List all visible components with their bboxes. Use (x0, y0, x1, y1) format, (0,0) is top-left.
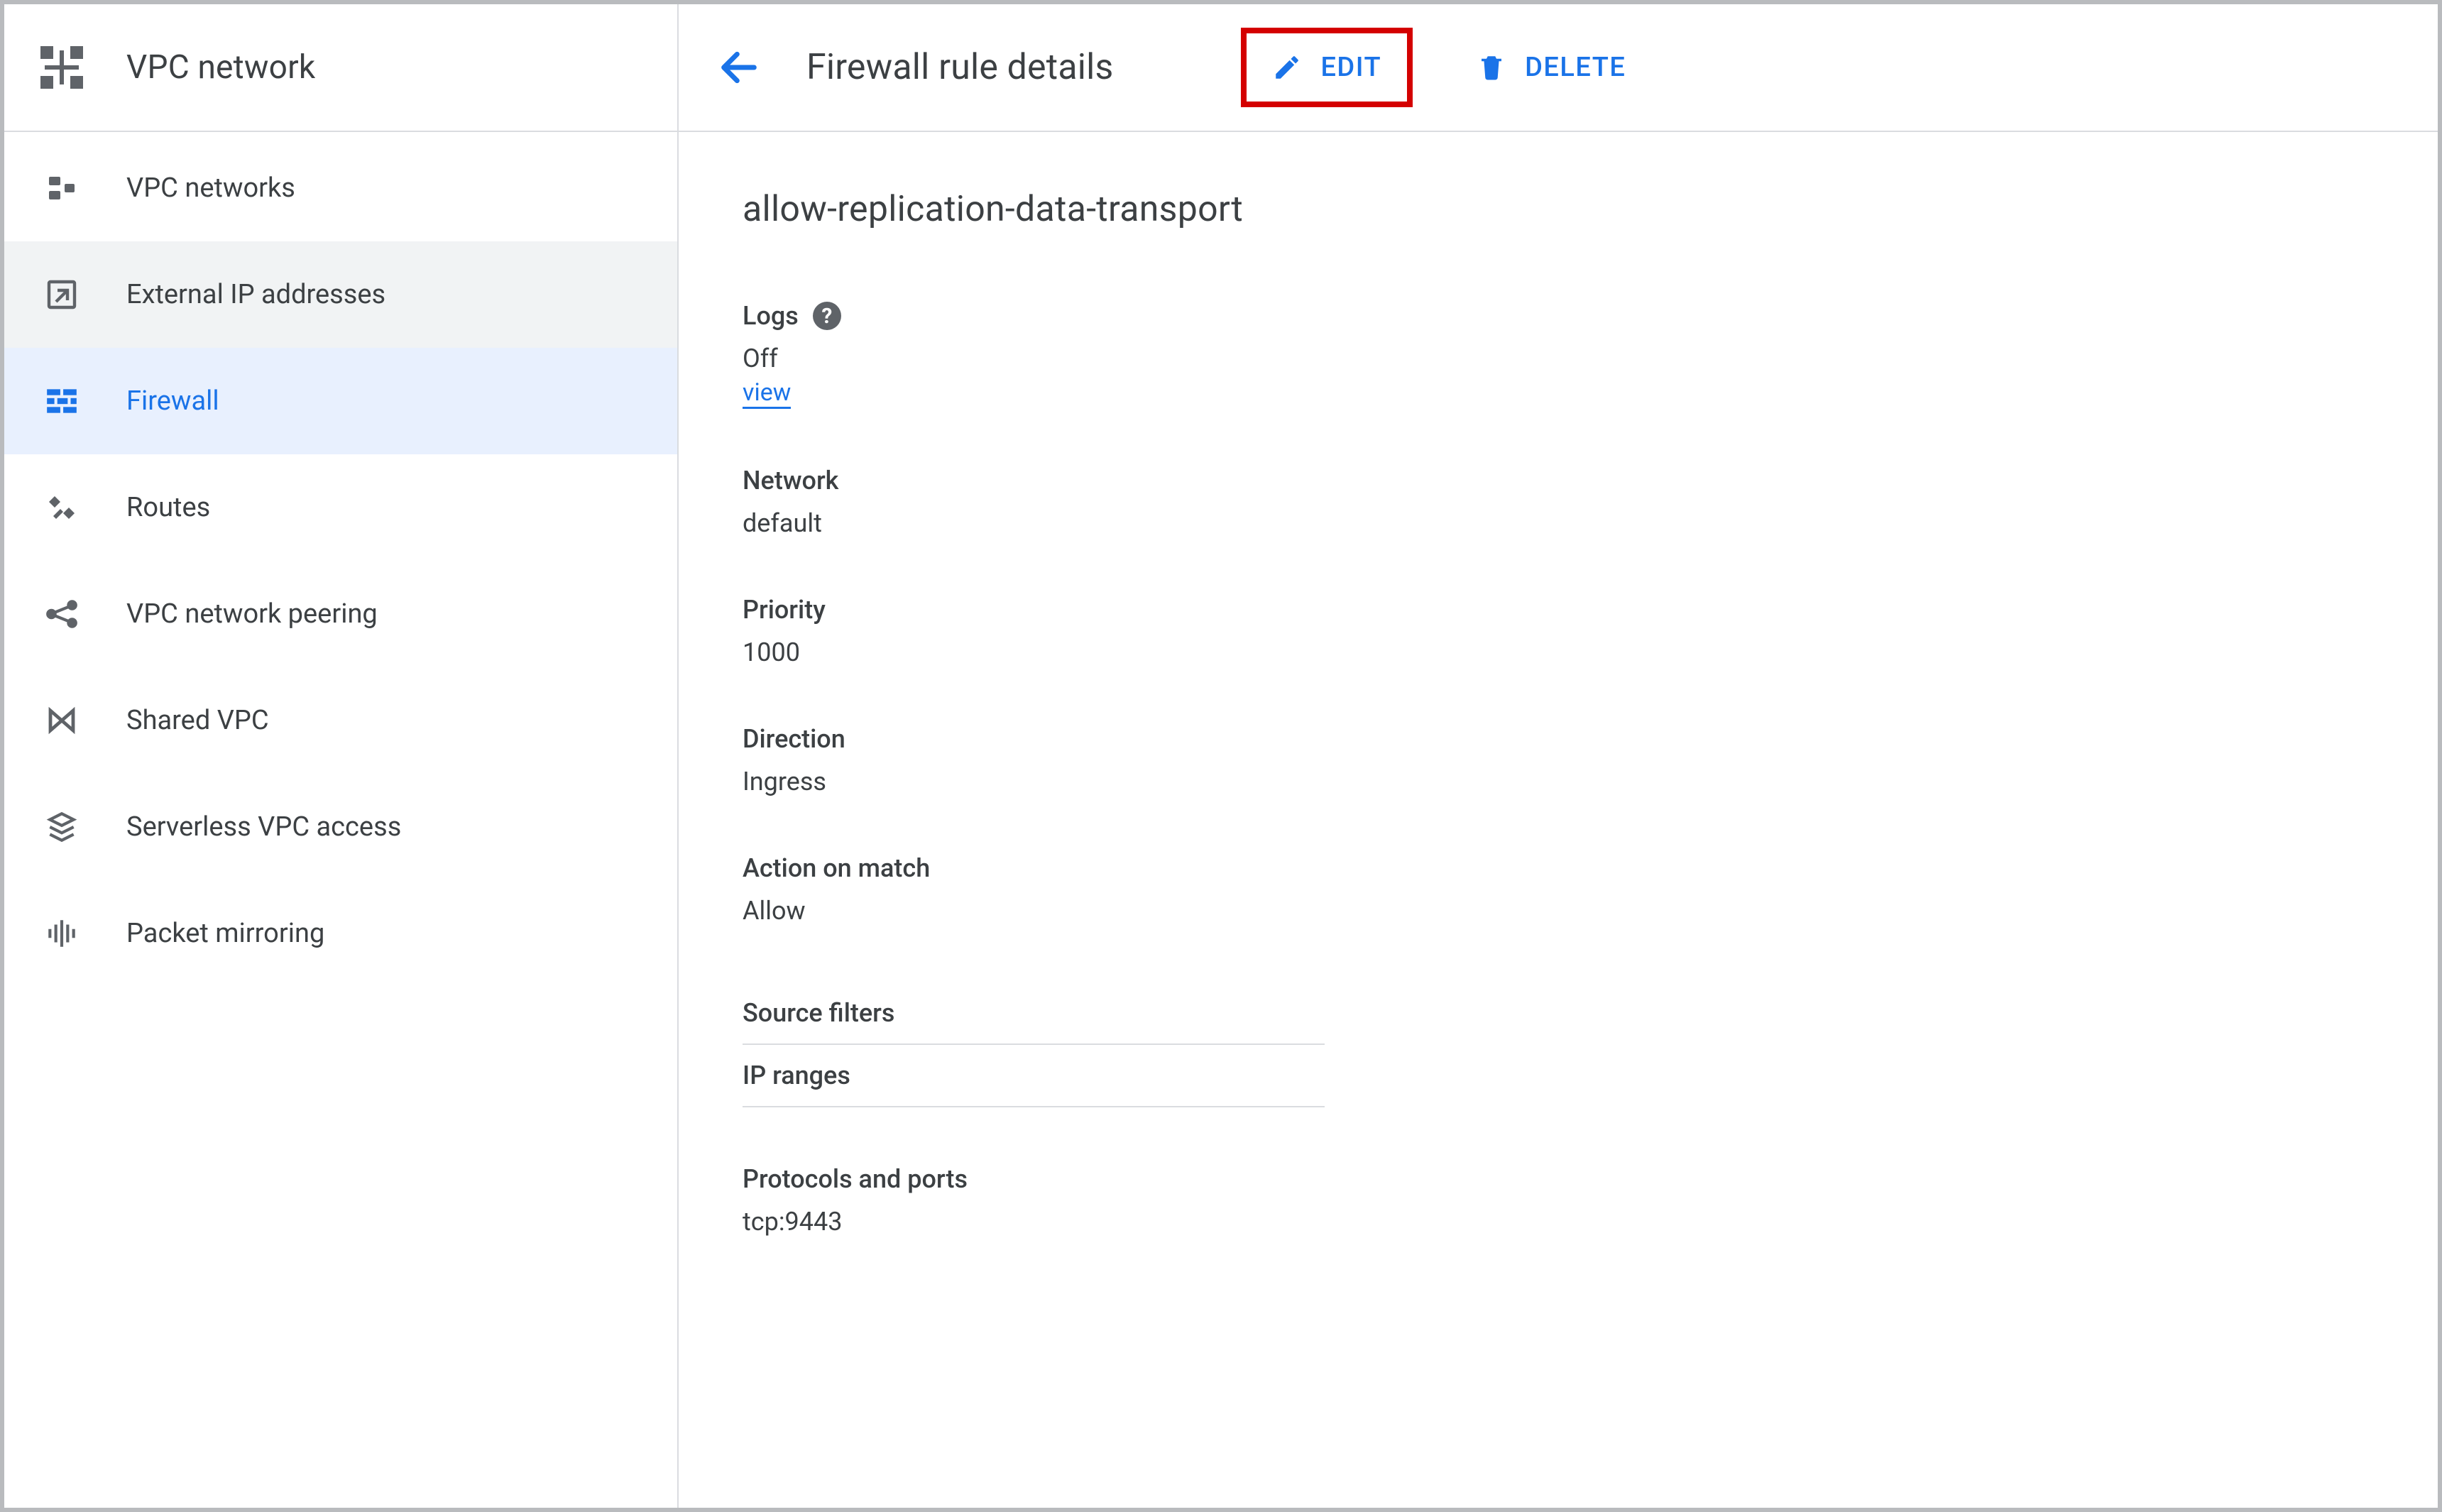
sidebar-item-peering[interactable]: VPC network peering (4, 561, 677, 667)
arrow-left-icon (716, 45, 762, 90)
help-icon[interactable]: ? (813, 302, 841, 330)
sidebar-item-label: External IP addresses (126, 279, 385, 310)
page-title: Firewall rule details (806, 47, 1113, 88)
trash-icon (1477, 53, 1506, 82)
field-value-direction: Ingress (743, 767, 2374, 796)
edit-highlight: EDIT (1241, 28, 1413, 107)
field-label-network: Network (743, 466, 838, 495)
vpc-network-product-icon (33, 38, 91, 97)
serverless-icon (33, 798, 91, 856)
field-label-action: Action on match (743, 853, 930, 883)
sidebar-item-shared-vpc[interactable]: Shared VPC (4, 667, 677, 774)
product-header: VPC network (4, 4, 677, 132)
sidebar-item-label: Shared VPC (126, 705, 269, 736)
external-ip-icon (33, 265, 91, 324)
field-label-protocols: Protocols and ports (743, 1164, 968, 1194)
sidebar-item-label: Serverless VPC access (126, 811, 401, 843)
sidebar-item-firewall[interactable]: Firewall (4, 348, 677, 454)
sidebar-item-routes[interactable]: Routes (4, 454, 677, 561)
field-protocols-ports: Protocols and ports tcp:9443 (743, 1164, 2374, 1237)
field-priority: Priority 1000 (743, 595, 2374, 667)
sidebar-item-label: Packet mirroring (126, 918, 324, 949)
mirroring-icon (33, 904, 91, 963)
view-logs-link[interactable]: view (743, 379, 791, 409)
field-direction: Direction Ingress (743, 724, 2374, 796)
topbar: Firewall rule details EDIT DELETE (679, 4, 2438, 132)
action-buttons: EDIT DELETE (1241, 28, 1647, 107)
firewall-icon (33, 372, 91, 430)
routes-icon (33, 478, 91, 537)
edit-label: EDIT (1320, 52, 1381, 83)
sidebar-item-vpc-networks[interactable]: VPC networks (4, 135, 677, 241)
delete-label: DELETE (1525, 52, 1626, 83)
field-label-priority: Priority (743, 595, 826, 625)
content: Firewall rule details EDIT DELETE (679, 4, 2438, 1508)
delete-button[interactable]: DELETE (1455, 38, 1647, 97)
field-label-direction: Direction (743, 724, 845, 754)
field-value-logs: Off (743, 344, 2374, 373)
networks-icon (33, 159, 91, 217)
shared-vpc-icon (33, 691, 91, 750)
sidebar-item-label: Firewall (126, 385, 219, 417)
sidebar-item-label: Routes (126, 492, 210, 523)
rule-name: allow-replication-data-transport (743, 189, 2374, 230)
source-filters-header: Source filters (743, 982, 1325, 1045)
field-network: Network default (743, 466, 2374, 538)
product-title: VPC network (126, 48, 315, 87)
sidebar: VPC network VPC networks External IP add… (4, 4, 679, 1508)
detail-body: allow-replication-data-transport Logs ? … (679, 132, 2438, 1322)
ip-ranges-header: IP ranges (743, 1045, 1325, 1107)
field-value-network: default (743, 508, 2374, 538)
sidebar-item-serverless[interactable]: Serverless VPC access (4, 774, 677, 880)
field-value-protocols: tcp:9443 (743, 1207, 2374, 1237)
sidebar-item-label: VPC network peering (126, 598, 378, 630)
sidebar-item-mirroring[interactable]: Packet mirroring (4, 880, 677, 987)
field-action: Action on match Allow (743, 853, 2374, 926)
field-value-action: Allow (743, 896, 2374, 926)
field-source-filters: Source filters IP ranges (743, 982, 1325, 1107)
field-label-logs: Logs (743, 301, 799, 331)
back-button[interactable] (700, 28, 778, 106)
sidebar-nav: VPC networks External IP addresses Firew… (4, 132, 677, 987)
field-value-priority: 1000 (743, 637, 2374, 667)
edit-button[interactable]: EDIT (1251, 38, 1403, 97)
pencil-icon (1272, 53, 1302, 82)
field-logs: Logs ? Off view (743, 301, 2374, 409)
peering-icon (33, 585, 91, 643)
sidebar-item-label: VPC networks (126, 172, 295, 204)
sidebar-item-external-ip[interactable]: External IP addresses (4, 241, 677, 348)
